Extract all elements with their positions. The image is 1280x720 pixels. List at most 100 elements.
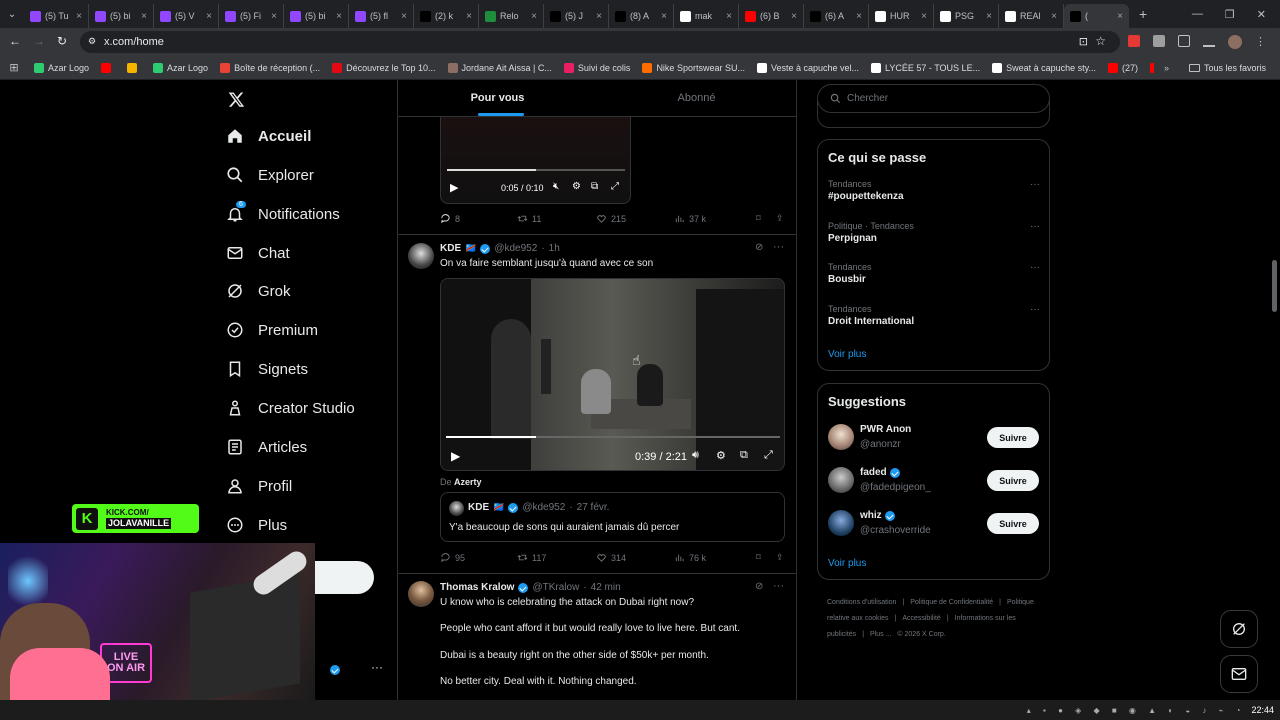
- bookmark-item[interactable]: Jordane Ait Aissa | C...: [442, 62, 558, 73]
- browser-tab[interactable]: Relo ×: [479, 4, 544, 28]
- grok-post-icon[interactable]: ⊘: [755, 581, 763, 592]
- sidebar-item-home[interactable]: Accueil: [226, 127, 311, 145]
- tab-for-you[interactable]: Pour vous: [398, 80, 597, 116]
- tab-close-icon[interactable]: ×: [791, 11, 797, 22]
- menu-icon[interactable]: ⋮: [1255, 35, 1266, 49]
- browser-tab[interactable]: REAl ×: [999, 4, 1064, 28]
- bookmark-item[interactable]: LIVE MOVIN...: [1144, 62, 1154, 73]
- suggestion-name[interactable]: whiz: [860, 510, 882, 521]
- tab-close-icon[interactable]: ×: [206, 11, 212, 22]
- tab-close-icon[interactable]: ×: [856, 11, 862, 22]
- grok-post-icon[interactable]: ⊘: [755, 242, 763, 253]
- post-time[interactable]: 1h: [549, 243, 560, 254]
- account-more-icon[interactable]: ···: [371, 660, 383, 674]
- media-icon[interactable]: [1203, 35, 1215, 47]
- pip-icon[interactable]: ⧉: [740, 449, 748, 462]
- sidebar-item-article[interactable]: Articles: [226, 438, 307, 456]
- install-app-icon[interactable]: ⊡: [1079, 35, 1088, 48]
- trend-more-icon[interactable]: ···: [1030, 304, 1040, 315]
- bookmark-item[interactable]: Azar Logo: [28, 62, 95, 73]
- bookmark-post-icon[interactable]: ⌑: [756, 213, 776, 224]
- follow-button[interactable]: Suivre: [987, 513, 1039, 534]
- grok-float-button[interactable]: [1220, 610, 1258, 648]
- browser-tab[interactable]: (8) A ×: [609, 4, 674, 28]
- post-video-player[interactable]: ▶ 0:39 / 2:21 🔊︎ ⚙ ⧉ ⤢: [440, 278, 785, 471]
- bookmark-item[interactable]: [121, 62, 147, 73]
- reply-button[interactable]: 95: [440, 552, 517, 563]
- reply-button[interactable]: 8: [440, 213, 517, 224]
- extension-icon[interactable]: [1153, 35, 1165, 47]
- browser-tab[interactable]: PSG ×: [934, 4, 999, 28]
- forward-icon[interactable]: →: [33, 34, 45, 48]
- browser-tab[interactable]: (5) fl ×: [349, 4, 414, 28]
- trends-see-more[interactable]: Voir plus: [828, 349, 866, 360]
- bookmark-item[interactable]: Veste à capuche vel...: [751, 62, 865, 73]
- volume-icon[interactable]: 🔊︎: [692, 449, 699, 462]
- share-icon[interactable]: ⇪: [776, 213, 784, 224]
- sidebar-item-mail[interactable]: Chat: [226, 244, 290, 262]
- tab-close-icon[interactable]: ×: [1051, 11, 1057, 22]
- bookmark-item[interactable]: Découvrez le Top 10...: [326, 62, 441, 73]
- like-button[interactable]: 314: [596, 552, 674, 563]
- bookmark-item[interactable]: (27): [1102, 62, 1144, 73]
- trend-item[interactable]: Tendances #poupettekenza ···: [828, 179, 1040, 202]
- bookmark-item[interactable]: Sweat à capuche sty...: [986, 62, 1102, 73]
- post-more-icon[interactable]: ···: [773, 580, 784, 592]
- trend-item[interactable]: Tendances Droit International ···: [828, 304, 1040, 327]
- browser-tab[interactable]: (2) k ×: [414, 4, 479, 28]
- suggestion-name[interactable]: PWR Anon: [860, 424, 911, 435]
- post-button[interactable]: [315, 561, 374, 594]
- browser-tab[interactable]: (5) bi ×: [89, 4, 154, 28]
- settings-icon[interactable]: ⚙: [572, 181, 581, 192]
- browser-tab[interactable]: mak ×: [674, 4, 739, 28]
- bookmark-item[interactable]: Nike Sportswear SU...: [636, 62, 751, 73]
- avatar[interactable]: [408, 581, 434, 607]
- reload-icon[interactable]: ↻: [57, 34, 67, 48]
- video-progress-bar[interactable]: [446, 436, 780, 438]
- suggestions-see-more[interactable]: Voir plus: [828, 558, 866, 569]
- tab-close-icon[interactable]: ×: [726, 11, 732, 22]
- views-button[interactable]: 76 k: [674, 552, 756, 563]
- video-progress-bar[interactable]: [447, 169, 625, 171]
- tab-close-icon[interactable]: ×: [141, 11, 147, 22]
- post-video-player[interactable]: ▶ 0:05 / 0:10 🔇︎ ⚙ ⧉ ⤢: [440, 117, 631, 204]
- footer-link[interactable]: Accessibilité: [902, 615, 941, 622]
- browser-tab[interactable]: (6) A ×: [804, 4, 869, 28]
- footer-link[interactable]: © 2026 X Corp.: [897, 631, 945, 638]
- page-scrollbar[interactable]: [1272, 260, 1277, 312]
- footer-link[interactable]: Politique de Confidentialité: [910, 599, 993, 606]
- bookmark-item[interactable]: Boîte de réception (...: [214, 62, 326, 73]
- like-button[interactable]: 215: [596, 213, 674, 224]
- follow-button[interactable]: Suivre: [987, 470, 1039, 491]
- sidebar-item-premium[interactable]: Premium: [226, 321, 318, 339]
- back-icon[interactable]: ←: [9, 34, 21, 48]
- play-icon[interactable]: ▶: [450, 181, 458, 194]
- bookmark-post-icon[interactable]: ⌑: [756, 552, 776, 563]
- more-bookmarks-icon[interactable]: »: [1154, 63, 1179, 73]
- x-logo-icon[interactable]: [228, 91, 245, 108]
- tab-close-icon[interactable]: ×: [596, 11, 602, 22]
- tab-close-icon[interactable]: ×: [466, 11, 472, 22]
- play-icon[interactable]: ▶: [451, 449, 460, 463]
- share-icon[interactable]: ⇪: [776, 552, 784, 563]
- trend-more-icon[interactable]: ···: [1030, 262, 1040, 273]
- sidebar-item-bookmark[interactable]: Signets: [226, 360, 308, 378]
- footer-link[interactable]: Plus ...: [870, 631, 891, 638]
- avatar[interactable]: [828, 467, 854, 493]
- browser-tab[interactable]: (6) B ×: [739, 4, 804, 28]
- browser-tab[interactable]: (×: [1064, 4, 1129, 28]
- sidebar-item-search[interactable]: Explorer: [226, 166, 314, 184]
- profile-avatar[interactable]: [1228, 35, 1242, 49]
- tab-close-icon[interactable]: ×: [1117, 11, 1123, 22]
- tab-close-icon[interactable]: ×: [531, 11, 537, 22]
- bookmark-star-icon[interactable]: ☆: [1095, 34, 1106, 48]
- tab-search-button[interactable]: ⌄: [0, 0, 24, 28]
- apps-icon[interactable]: ⊞: [0, 61, 28, 74]
- browser-tab[interactable]: (5) bi ×: [284, 4, 349, 28]
- mute-icon[interactable]: 🔇︎: [553, 181, 559, 192]
- author-handle[interactable]: @TKralow: [532, 582, 579, 593]
- extension-icon[interactable]: [1128, 35, 1140, 47]
- browser-tab[interactable]: (5) J ×: [544, 4, 609, 28]
- sidebar-item-more[interactable]: Plus: [226, 516, 287, 534]
- tab-close-icon[interactable]: ×: [271, 11, 277, 22]
